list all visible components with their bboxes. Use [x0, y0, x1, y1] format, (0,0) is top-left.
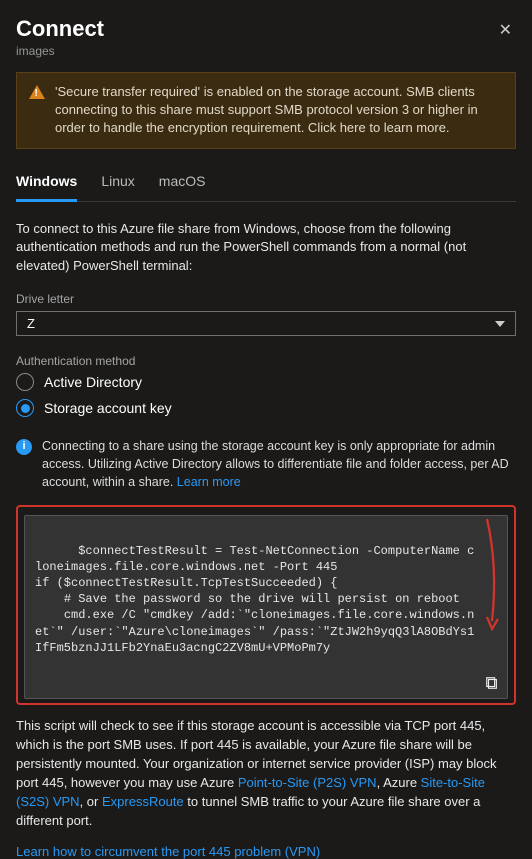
chevron-down-icon	[495, 321, 505, 327]
learn-more-link[interactable]: Learn more	[177, 475, 241, 489]
radio-ad-label: Active Directory	[44, 374, 142, 390]
warning-icon	[29, 85, 45, 99]
auth-method-label: Authentication method	[16, 354, 516, 368]
radio-icon	[16, 373, 34, 391]
panel-title: Connect	[16, 16, 104, 42]
drive-letter-dropdown[interactable]: Z	[16, 311, 516, 336]
drive-letter-value: Z	[27, 316, 35, 331]
info-text: Connecting to a share using the storage …	[42, 437, 516, 491]
radio-icon	[16, 399, 34, 417]
p2s-vpn-link[interactable]: Point-to-Site (P2S) VPN	[238, 775, 377, 790]
expressroute-link[interactable]: ExpressRoute	[102, 794, 184, 809]
copy-icon	[485, 676, 499, 690]
close-button[interactable]: ✕	[495, 16, 516, 44]
tab-linux[interactable]: Linux	[101, 167, 134, 201]
warning-text: 'Secure transfer required' is enabled on…	[55, 83, 503, 138]
copy-button[interactable]	[483, 674, 501, 692]
info-icon: i	[16, 439, 32, 455]
warning-banner[interactable]: 'Secure transfer required' is enabled on…	[16, 72, 516, 149]
panel-subtitle: images	[16, 44, 104, 58]
tab-macos[interactable]: macOS	[159, 167, 206, 201]
powershell-code: $connectTestResult = Test-NetConnection …	[24, 515, 508, 699]
radio-active-directory[interactable]: Active Directory	[16, 373, 516, 391]
tab-windows[interactable]: Windows	[16, 167, 77, 202]
drive-letter-label: Drive letter	[16, 292, 516, 306]
script-explain: This script will check to see if this st…	[16, 717, 516, 830]
learn-445-link[interactable]: Learn how to circumvent the port 445 pro…	[16, 844, 320, 859]
instruction-text: To connect to this Azure file share from…	[16, 220, 516, 277]
radio-storage-account-key[interactable]: Storage account key	[16, 399, 516, 417]
os-tabs: Windows Linux macOS	[16, 167, 516, 202]
radio-key-label: Storage account key	[44, 400, 172, 416]
code-highlight-box: $connectTestResult = Test-NetConnection …	[16, 505, 516, 705]
